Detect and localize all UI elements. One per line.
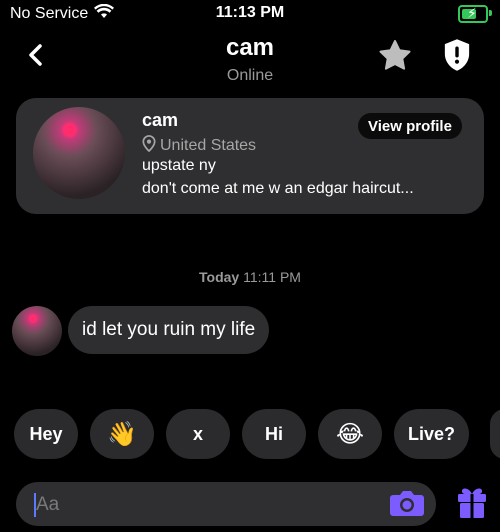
- gift-button[interactable]: [452, 484, 492, 524]
- report-button[interactable]: [438, 38, 476, 76]
- quick-replies: Hey 👋 x Hi 😂 Live?: [14, 409, 470, 459]
- profile-bio-line1: upstate ny: [142, 157, 216, 174]
- quick-reply-chip-partial[interactable]: [490, 409, 500, 459]
- view-profile-button[interactable]: View profile: [358, 113, 462, 139]
- online-status: Online: [226, 67, 274, 84]
- quick-reply-chip[interactable]: Live?: [394, 409, 470, 459]
- quick-reply-chip[interactable]: Hi: [242, 409, 306, 459]
- chat-timestamp: Today 11:11 PM: [0, 269, 500, 285]
- profile-bio-line2: don't come at me w an edgar haircut...: [142, 180, 414, 197]
- battery-icon: ⚡: [458, 5, 492, 23]
- quick-reply-chip[interactable]: 😂: [318, 409, 382, 459]
- timestamp-time: 11:11 PM: [243, 269, 301, 285]
- location-text: United States: [160, 137, 257, 154]
- gift-icon: [454, 484, 490, 525]
- message-bubble[interactable]: id let you ruin my life: [68, 306, 270, 354]
- profile-name: cam: [142, 110, 179, 130]
- sender-avatar[interactable]: [12, 306, 62, 356]
- message-input[interactable]: [34, 482, 378, 528]
- quick-reply-chip[interactable]: 👋: [90, 409, 154, 459]
- favorite-button[interactable]: [376, 38, 414, 76]
- camera-button[interactable]: [388, 486, 426, 524]
- message-composer: [16, 482, 436, 528]
- profile-avatar[interactable]: [33, 107, 125, 199]
- quick-reply-chip[interactable]: x: [166, 409, 230, 459]
- status-time: 11:13 PM: [215, 4, 285, 21]
- page-title: cam: [225, 34, 275, 61]
- profile-location: United States: [142, 135, 256, 157]
- star-icon: [378, 39, 412, 76]
- shield-icon: [442, 38, 472, 77]
- timestamp-day: Today: [199, 269, 240, 285]
- location-pin-icon: [142, 135, 156, 157]
- text-cursor: [34, 493, 36, 517]
- camera-icon: [389, 488, 425, 523]
- quick-reply-chip[interactable]: Hey: [14, 409, 78, 459]
